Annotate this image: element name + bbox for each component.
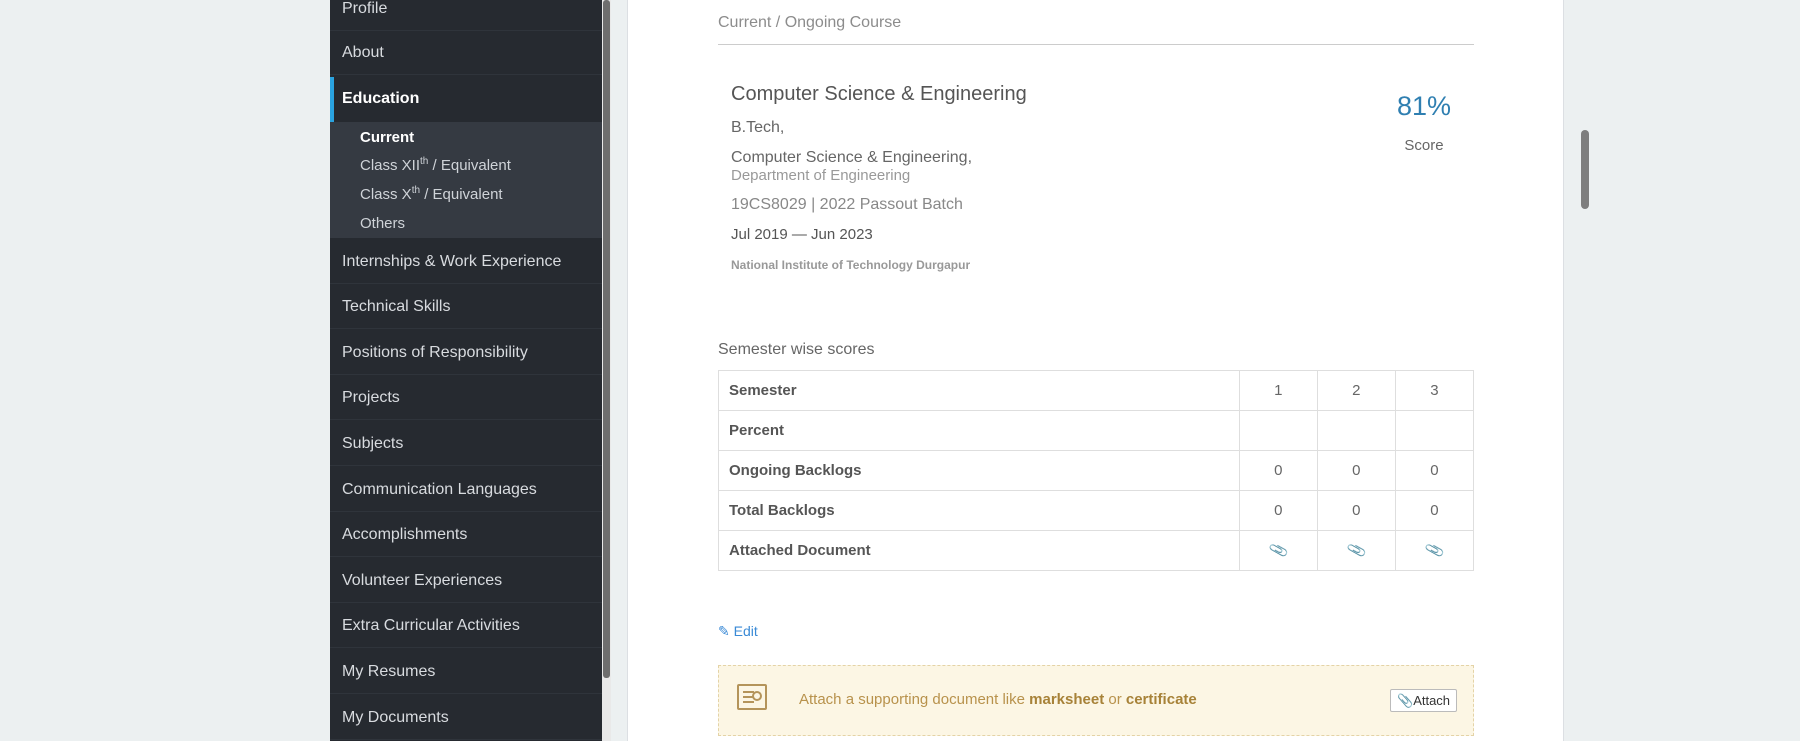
sidebar-item-accomplishments[interactable]: Accomplishments [330,513,602,557]
submenu-item-current[interactable]: Current [360,129,414,146]
course-name: Computer Science & Engineering [731,83,1027,105]
table-row: Ongoing Backlogs 0 0 0 [718,450,1475,491]
certificate-icon [737,684,767,710]
sidebar-item-subjects[interactable]: Subjects [330,422,602,466]
table-cell: 0 [1238,490,1318,531]
table-cell: 3 [1394,370,1475,411]
table-cell: 0 [1394,450,1475,491]
class-x-label: Class X [360,186,412,203]
table-cell [1394,410,1475,451]
education-submenu: Current Class XIIth / Equivalent Class X… [330,122,602,238]
edit-link[interactable]: ✎ Edit [718,623,758,640]
sidebar-item-technical-skills[interactable]: Technical Skills [330,285,602,329]
table-row: Total Backlogs 0 0 0 [718,490,1475,531]
certificate-text: certificate [1125,691,1197,708]
row-header: Attached Document [718,530,1240,571]
attach-document-banner: Attach a supporting document like marksh… [718,665,1474,736]
section-title: Current / Ongoing Course [718,14,902,31]
semester-scores-table: Semester 1 2 3 Percent Ongoing Backlogs … [718,370,1475,571]
row-header: Ongoing Backlogs [718,450,1240,491]
paperclip-icon[interactable]: 📎 [1267,540,1289,562]
attach-button[interactable]: 📎Attach [1390,689,1458,712]
table-cell: 📎 [1238,530,1318,571]
roll-and-batch: 19CS8029 | 2022 Passout Batch [731,196,963,213]
attach-text-or: or [1104,691,1126,708]
attach-button-label: Attach [1413,693,1451,708]
submenu-item-class-xii[interactable]: Class XIIth / Equivalent [360,156,511,174]
course-branch: Computer Science & Engineering, [731,149,973,166]
table-cell: 0 [1394,490,1475,531]
sidebar-item-my-documents[interactable]: My Documents [330,696,602,740]
sidebar-item-volunteer[interactable]: Volunteer Experiences [330,559,602,603]
class-xii-suffix: / Equivalent [428,157,511,174]
institute-name: National Institute of Technology Durgapu… [731,258,971,272]
score-value: 81% [1396,91,1452,121]
row-header: Total Backlogs [718,490,1240,531]
sidebar-item-languages[interactable]: Communication Languages [330,468,602,512]
sidebar-scrollbar-thumb[interactable] [603,0,610,678]
edit-label: Edit [733,623,758,639]
paperclip-icon[interactable]: 📎 [1345,540,1367,562]
class-x-suffix: / Equivalent [420,186,503,203]
table-cell: 0 [1238,450,1318,491]
table-row: Semester 1 2 3 [718,370,1475,411]
score-label: Score [1404,137,1444,154]
table-cell: 1 [1238,370,1318,411]
row-header: Percent [718,410,1240,451]
paperclip-icon[interactable]: 📎 [1423,540,1445,562]
sidebar-item-about[interactable]: About [330,31,602,75]
table-cell [1316,410,1396,451]
paperclip-icon: 📎 [1397,693,1414,708]
sidebar-scrollbar[interactable] [602,0,611,741]
row-header: Semester [718,370,1240,411]
course-department: Department of Engineering [731,167,911,184]
submenu-item-others[interactable]: Others [360,215,405,232]
table-cell [1238,410,1318,451]
page-scrollbar-thumb[interactable] [1581,130,1589,209]
table-cell: 📎 [1394,530,1475,571]
marksheet-text: marksheet [1029,691,1105,708]
attach-text-before: Attach a supporting document like [799,691,1030,708]
course-degree: B.Tech, [731,119,785,136]
sidebar-item-extracurricular[interactable]: Extra Curricular Activities [330,604,602,648]
pencil-icon: ✎ [718,623,730,639]
sidebar-item-education[interactable]: Education [330,77,602,122]
sidebar-nav: Profile About Education Current Class XI… [330,0,602,741]
table-cell: 📎 [1316,530,1396,571]
table-row: Percent [718,410,1475,451]
sidebar-item-internships[interactable]: Internships & Work Experience [330,240,602,284]
sidebar-item-positions[interactable]: Positions of Responsibility [330,331,602,375]
submenu-item-class-x[interactable]: Class Xth / Equivalent [360,185,503,203]
class-xii-label: Class XII [360,157,421,174]
section-divider [718,44,1474,45]
table-cell: 2 [1316,370,1396,411]
course-duration: Jul 2019 — Jun 2023 [731,226,873,243]
table-row: Attached Document 📎 📎 📎 [718,530,1475,571]
sidebar-item-projects[interactable]: Projects [330,376,602,420]
sidebar-item-profile[interactable]: Profile [330,0,602,31]
semester-scores-title: Semester wise scores [718,341,875,358]
table-cell: 0 [1316,490,1396,531]
table-cell: 0 [1316,450,1396,491]
attach-prompt: Attach a supporting document like marksh… [799,691,1197,708]
sidebar-item-my-resumes[interactable]: My Resumes [330,650,602,694]
class-x-sup: th [411,185,421,196]
